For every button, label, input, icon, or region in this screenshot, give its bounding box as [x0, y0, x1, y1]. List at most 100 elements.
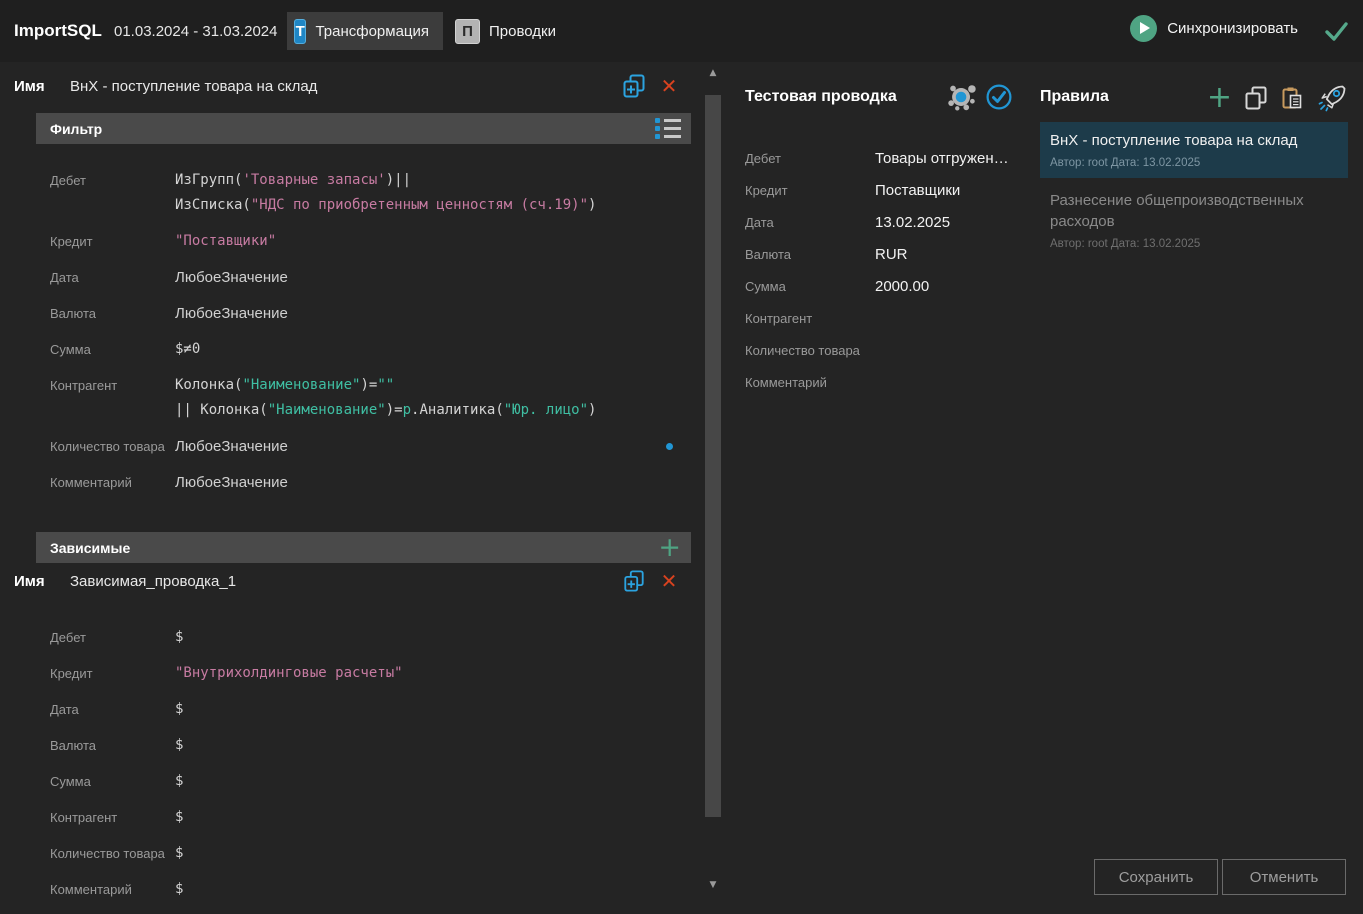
field-label: Количество товара — [36, 841, 175, 866]
field-value[interactable]: ЛюбоеЗначение — [175, 470, 288, 495]
field-row: Количество товара$ — [36, 841, 691, 866]
test-field-value[interactable]: Поставщики — [875, 178, 960, 203]
turtle-debug-icon[interactable] — [945, 80, 979, 114]
confirm-check-icon[interactable] — [1321, 17, 1351, 45]
dependent-name-value[interactable]: Зависимая_проводка_1 — [70, 573, 236, 590]
field-value[interactable]: $ — [175, 733, 183, 758]
field-label: Контрагент — [36, 373, 175, 423]
field-row: Комментарий$ — [36, 877, 691, 902]
field-row: ДебетИзГрупп('Товарные запасы')||ИзСписк… — [36, 168, 691, 218]
synchronize-button[interactable]: Синхронизировать — [1130, 15, 1298, 42]
rule-item[interactable]: Разнесение общепроизводственных расходов… — [1040, 182, 1348, 259]
validate-check-icon[interactable] — [985, 83, 1013, 111]
scroll-down-icon[interactable]: ▼ — [703, 880, 723, 890]
code-segment: 'Товарные запасы' — [242, 172, 385, 188]
test-transaction-rows: ДебетТовары отгружен…КредитПоставщикиДат… — [745, 146, 1025, 402]
paste-icon[interactable] — [1280, 86, 1304, 110]
add-dependent-icon[interactable]: + — [658, 534, 681, 561]
cancel-button[interactable]: Отменить — [1222, 859, 1346, 895]
field-value[interactable]: "Внутрихолдинговые расчеты" — [175, 661, 403, 686]
field-label: Сумма — [36, 769, 175, 794]
rule-item-meta: Автор: root Дата: 13.02.2025 — [1050, 238, 1338, 250]
code-segment: )= — [386, 402, 403, 418]
field-value[interactable]: ЛюбоеЗначение — [175, 434, 288, 459]
field-label: Количество товара — [36, 434, 175, 459]
field-row: Контрагент$ — [36, 805, 691, 830]
field-row: Дебет$ — [36, 625, 691, 650]
code-segment: .Аналитика( — [411, 402, 504, 418]
tab-entries[interactable]: П Проводки — [448, 12, 570, 50]
rule-name-value[interactable]: ВнХ - поступление товара на склад — [70, 78, 317, 95]
date-range[interactable]: 01.03.2024 - 31.03.2024 — [114, 23, 277, 40]
delete-rule-icon[interactable]: ✕ — [657, 74, 681, 98]
field-label: Комментарий — [36, 470, 175, 495]
field-label: Дебет — [36, 168, 175, 218]
field-value[interactable]: $ — [175, 769, 183, 794]
field-label: Кредит — [36, 661, 175, 686]
field-value[interactable]: ЛюбоеЗначение — [175, 265, 288, 290]
footer-buttons: Сохранить Отменить — [1094, 859, 1346, 895]
test-field-value[interactable]: Товары отгружен… — [875, 146, 1009, 171]
test-field-label: Кредит — [745, 178, 875, 203]
test-field-row: Количество товара — [745, 338, 1025, 363]
code-segment: $ — [175, 881, 183, 897]
code-line: $ — [175, 877, 183, 902]
code-segment: "" — [377, 377, 394, 393]
code-segment: $ — [175, 809, 183, 825]
rules-panel: Правила + — [1040, 62, 1348, 914]
scrollbar-thumb[interactable] — [705, 95, 721, 817]
rule-item[interactable]: ВнХ - поступление товара на складАвтор: … — [1040, 122, 1348, 178]
duplicate-icon[interactable] — [622, 74, 646, 98]
vertical-scrollbar[interactable]: ▲ ▼ — [703, 62, 723, 914]
rules-title: Правила — [1040, 88, 1109, 106]
list-options-icon[interactable] — [655, 118, 681, 139]
field-value[interactable]: $ — [175, 805, 183, 830]
test-field-value[interactable]: 2000.00 — [875, 274, 929, 299]
code-segment: "Внутрихолдинговые расчеты" — [175, 665, 403, 681]
code-segment: Колонка( — [175, 377, 242, 393]
copy-icon[interactable] — [1244, 86, 1268, 110]
test-transaction-title: Тестовая проводка — [745, 88, 897, 106]
field-value[interactable]: $ — [175, 841, 183, 866]
add-rule-icon[interactable]: + — [1207, 83, 1232, 113]
field-value[interactable]: $ — [175, 625, 183, 650]
code-line: ИзСписка("НДС по приобретенным ценностям… — [175, 193, 596, 218]
save-button[interactable]: Сохранить — [1094, 859, 1218, 895]
rule-item-title: Разнесение общепроизводственных расходов — [1050, 190, 1338, 232]
field-value[interactable]: ИзГрупп('Товарные запасы')||ИзСписка("НД… — [175, 168, 596, 218]
code-segment: $ — [175, 701, 183, 717]
test-field-label: Валюта — [745, 242, 875, 267]
tab-entries-label: Проводки — [489, 23, 556, 40]
code-segment: $≠0 — [175, 341, 200, 357]
field-row: ВалютаЛюбоеЗначение — [36, 301, 691, 326]
code-segment: $ — [175, 773, 183, 789]
dependent-name-row: Имя Зависимая_проводка_1 ✕ — [0, 569, 691, 597]
code-line: || Колонка("Наименование")=p.Аналитика("… — [175, 398, 596, 423]
code-segment: ) — [588, 402, 596, 418]
tab-transformation[interactable]: Т Трансформация — [287, 12, 443, 50]
app-title: ImportSQL — [14, 21, 102, 41]
code-segment: "Юр. лицо" — [504, 402, 588, 418]
field-value[interactable]: "Поставщики" — [175, 229, 276, 254]
field-value[interactable]: $ — [175, 877, 183, 902]
duplicate-dependent-icon[interactable] — [622, 569, 646, 593]
code-segment: || Колонка( — [175, 402, 268, 418]
scroll-up-icon[interactable]: ▲ — [703, 68, 723, 78]
field-label: Контрагент — [36, 805, 175, 830]
test-transaction-panel: Тестовая проводка ДебетТ — [745, 62, 1025, 914]
test-field-label: Сумма — [745, 274, 875, 299]
rocket-run-icon[interactable] — [1316, 82, 1348, 114]
field-value[interactable]: $ — [175, 697, 183, 722]
field-row: КонтрагентКолонка("Наименование")=""|| К… — [36, 373, 691, 423]
field-row: КомментарийЛюбоеЗначение — [36, 470, 691, 495]
test-field-value[interactable]: RUR — [875, 242, 908, 267]
field-row: Сумма$ — [36, 769, 691, 794]
rules-list: ВнХ - поступление товара на складАвтор: … — [1040, 122, 1348, 263]
field-value[interactable]: $≠0 — [175, 337, 200, 362]
field-label: Кредит — [36, 229, 175, 254]
field-value[interactable]: Колонка("Наименование")=""|| Колонка("На… — [175, 373, 596, 423]
test-field-value[interactable]: 13.02.2025 — [875, 210, 950, 235]
rule-name-row: Имя ВнХ - поступление товара на склад ✕ — [0, 74, 691, 102]
field-value[interactable]: ЛюбоеЗначение — [175, 301, 288, 326]
delete-dependent-icon[interactable]: ✕ — [657, 569, 681, 593]
